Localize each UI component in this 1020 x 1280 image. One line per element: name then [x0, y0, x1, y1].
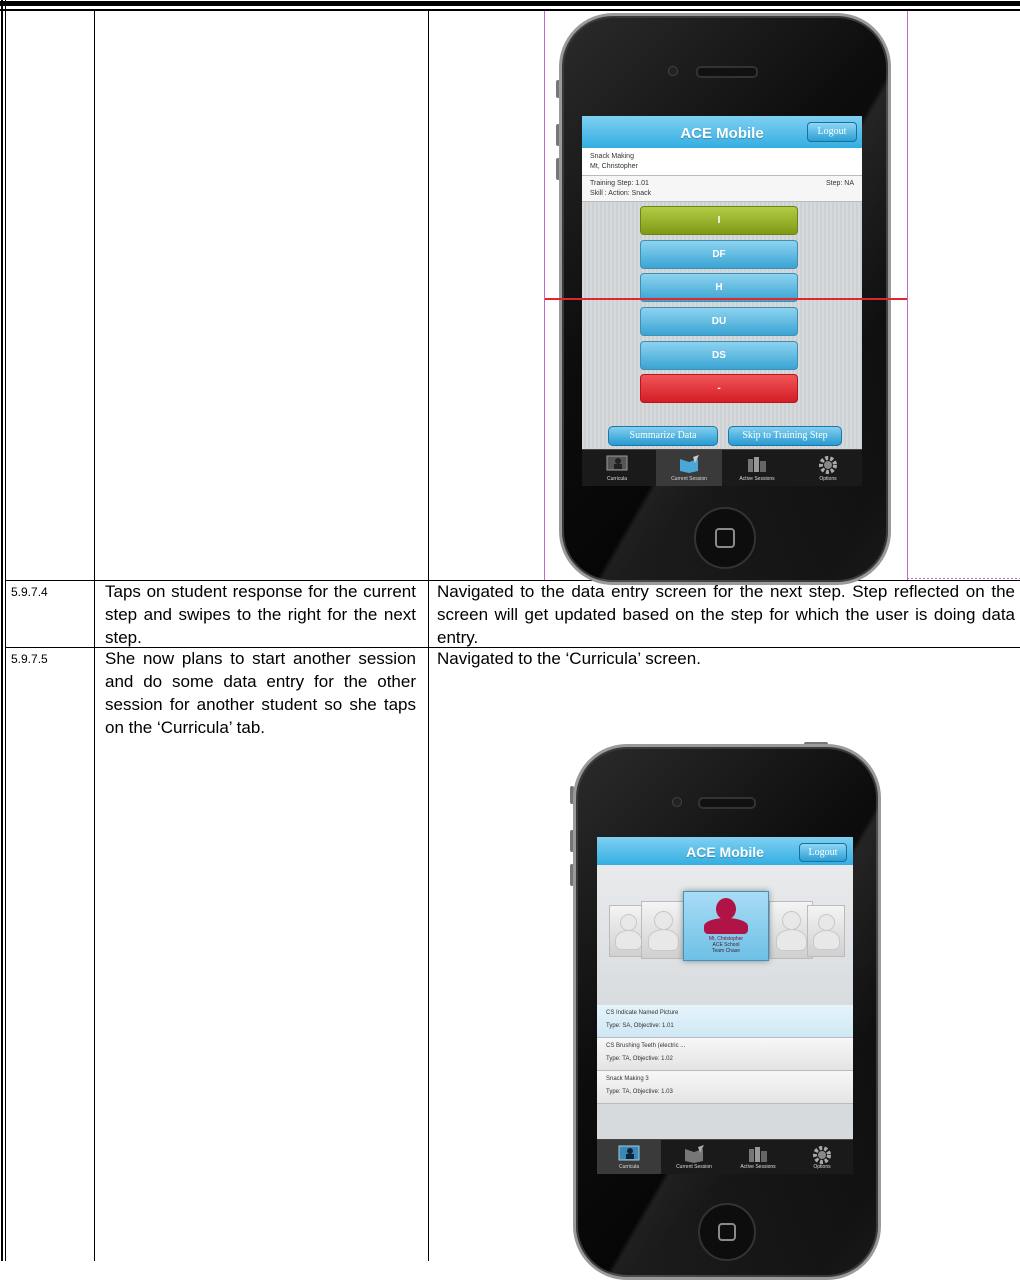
tab-active-sessions[interactable]: Active Sessions	[724, 450, 790, 486]
tab-current-session[interactable]: Current Session	[663, 1140, 725, 1174]
logout-button[interactable]: Logout	[807, 122, 857, 142]
expected-result-text: Navigated to the data entry screen for t…	[437, 582, 1015, 647]
column-divider	[94, 11, 95, 1261]
id-card-icon	[606, 455, 628, 471]
item-subtitle: Type: TA, Objective: 1.02	[606, 1056, 673, 1062]
step-indicator: Step: NA	[825, 180, 854, 187]
session-info: Snack Making Mt, Christopher	[582, 148, 862, 176]
response-button-du[interactable]: DU	[640, 307, 798, 336]
crop-guide	[907, 11, 908, 580]
app-screen: ACE Mobile Logout Mt, Christopher ACE Sc…	[597, 837, 853, 1174]
item-subtitle: Type: TA, Objective: 1.03	[606, 1089, 673, 1095]
app-screen: ACE Mobile Logout Snack Making Mt, Chris…	[582, 116, 862, 486]
tab-bar: Curricula Current Session Active Session…	[597, 1139, 853, 1174]
response-button-dash[interactable]: -	[640, 374, 798, 403]
selected-student-card[interactable]: Mt, Christopher ACE School Team Chase	[683, 891, 769, 961]
tab-options[interactable]: Options	[791, 1140, 853, 1174]
gear-icon	[819, 456, 837, 474]
item-subtitle: Type: SA, Objective: 1.01	[606, 1023, 674, 1029]
book-icon	[680, 455, 699, 473]
left-double-rule	[0, 0, 6, 1261]
app-header: ACE Mobile Logout	[582, 116, 862, 148]
guide-line	[545, 298, 907, 300]
camera	[668, 66, 678, 76]
training-step: Training Step: 1.01	[590, 180, 649, 187]
tab-label: Active Sessions	[740, 1164, 776, 1170]
skip-training-step-button[interactable]: Skip to Training Step	[728, 426, 842, 446]
user-action-text: She now plans to start another session a…	[105, 649, 416, 737]
tab-active-sessions[interactable]: Active Sessions	[727, 1140, 789, 1174]
logout-button[interactable]: Logout	[799, 843, 847, 862]
list-item[interactable]: CS Brushing Teeth (electric ... Type: TA…	[597, 1038, 853, 1071]
item-title: Snack Making 3	[606, 1076, 649, 1082]
student-card[interactable]	[807, 905, 845, 957]
student-name: Mt, Christopher	[590, 163, 638, 170]
list-item[interactable]: CS Indicate Named Picture Type: SA, Obje…	[597, 1005, 853, 1038]
summarize-data-button[interactable]: Summarize Data	[608, 426, 718, 446]
books-icon	[748, 457, 766, 472]
id-card-icon	[618, 1145, 640, 1161]
tab-label: Active Sessions	[739, 476, 775, 482]
step-id: 5.9.7.5	[11, 652, 48, 666]
tab-curricula[interactable]: Curricula	[597, 1140, 661, 1174]
response-button-ds[interactable]: DS	[640, 341, 798, 370]
tab-curricula[interactable]: Curricula	[582, 450, 652, 486]
tab-current-session[interactable]: Current Session	[656, 450, 722, 486]
tab-label: Options	[819, 476, 837, 482]
student-card[interactable]	[641, 901, 685, 959]
app-header: ACE Mobile Logout	[597, 837, 853, 865]
speaker-grille	[698, 797, 756, 809]
tab-label: Curricula	[618, 1164, 639, 1170]
top-double-rule	[0, 0, 1020, 12]
crop-guide	[544, 11, 545, 580]
tab-label: Options	[813, 1164, 831, 1170]
tab-label: Current Session	[671, 476, 707, 482]
user-action-text: Taps on student response for the current…	[105, 582, 416, 647]
phone-frame: ACE Mobile Logout Mt, Christopher ACE Sc…	[573, 744, 881, 1280]
speaker-grille	[696, 66, 758, 78]
item-title: CS Indicate Named Picture	[606, 1010, 679, 1016]
home-button[interactable]	[698, 1203, 756, 1261]
home-button[interactable]	[694, 507, 756, 569]
expected-result-text: Navigated to the ‘Curricula’ screen.	[437, 649, 701, 668]
task-name: Snack Making	[590, 153, 634, 160]
tab-bar: Curricula Current Session Active Session…	[582, 449, 862, 486]
response-button-i[interactable]: I	[640, 206, 798, 235]
tab-options[interactable]: Options	[794, 450, 862, 486]
step-info: Training Step: 1.01 Step: NA Skill : Act…	[582, 176, 862, 202]
response-button-df[interactable]: DF	[640, 240, 798, 269]
skill-label: Skill : Action: Snack	[590, 190, 652, 197]
list-item[interactable]: Snack Making 3 Type: TA, Objective: 1.03	[597, 1071, 853, 1104]
step-id: 5.9.7.4	[11, 585, 48, 599]
item-title: CS Brushing Teeth (electric ...	[606, 1043, 686, 1049]
crop-guide	[907, 578, 1020, 579]
tab-label: Curricula	[606, 476, 627, 482]
books-icon	[749, 1147, 767, 1162]
book-icon	[685, 1145, 704, 1163]
selected-student-team: Team Chase	[711, 948, 741, 954]
camera	[672, 797, 682, 807]
tab-label: Current Session	[676, 1164, 712, 1170]
column-divider	[428, 11, 429, 1261]
gear-icon	[813, 1146, 831, 1164]
